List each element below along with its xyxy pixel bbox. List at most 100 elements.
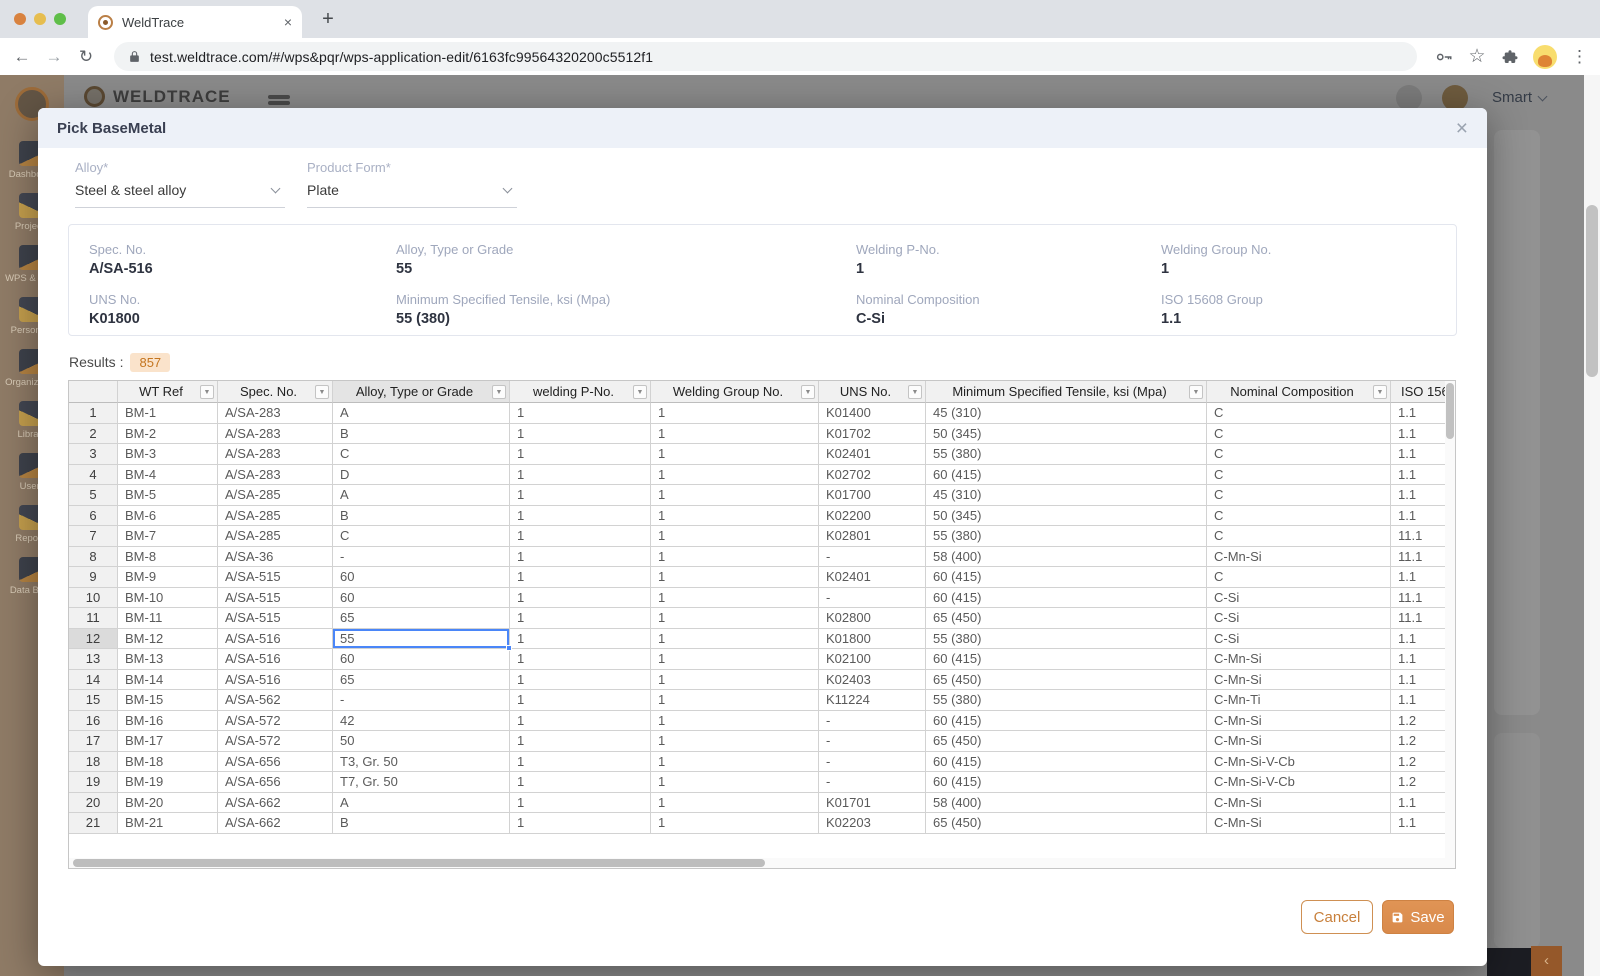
- table-cell[interactable]: 1: [510, 608, 651, 629]
- table-cell[interactable]: 55: [333, 629, 510, 650]
- table-cell[interactable]: 1: [651, 813, 819, 834]
- table-cell[interactable]: A/SA-515: [218, 588, 333, 609]
- table-cell[interactable]: 58 (400): [926, 793, 1207, 814]
- column-header[interactable]: welding P-No.▼: [510, 381, 651, 403]
- table-cell[interactable]: 1.1: [1391, 567, 1446, 588]
- table-cell[interactable]: C-Mn-Si: [1207, 731, 1391, 752]
- table-cell[interactable]: 11.1: [1391, 547, 1446, 568]
- table-cell[interactable]: 50 (345): [926, 424, 1207, 445]
- filter-icon[interactable]: ▼: [908, 385, 922, 399]
- table-cell[interactable]: 1.1: [1391, 424, 1446, 445]
- table-cell[interactable]: 1.2: [1391, 772, 1446, 793]
- table-cell[interactable]: 1.1: [1391, 465, 1446, 486]
- table-cell[interactable]: C: [1207, 424, 1391, 445]
- browser-tab[interactable]: WeldTrace ×: [88, 6, 302, 38]
- table-cell[interactable]: A/SA-516: [218, 670, 333, 691]
- table-cell[interactable]: K02100: [819, 649, 926, 670]
- table-cell[interactable]: BM-7: [118, 526, 218, 547]
- table-cell[interactable]: 1.1: [1391, 444, 1446, 465]
- table-cell[interactable]: K02200: [819, 506, 926, 527]
- row-number[interactable]: 2: [69, 424, 118, 445]
- window-zoom-button[interactable]: [54, 13, 66, 25]
- table-cell[interactable]: BM-3: [118, 444, 218, 465]
- table-cell[interactable]: BM-11: [118, 608, 218, 629]
- table-cell[interactable]: BM-8: [118, 547, 218, 568]
- table-cell[interactable]: 1: [510, 690, 651, 711]
- table-cell[interactable]: B: [333, 506, 510, 527]
- table-cell[interactable]: 58 (400): [926, 547, 1207, 568]
- table-cell[interactable]: 1: [510, 424, 651, 445]
- table-cell[interactable]: 1.1: [1391, 485, 1446, 506]
- table-cell[interactable]: BM-5: [118, 485, 218, 506]
- table-cell[interactable]: 1: [510, 506, 651, 527]
- table-cell[interactable]: A/SA-285: [218, 485, 333, 506]
- close-icon[interactable]: ×: [1456, 118, 1468, 139]
- table-cell[interactable]: BM-21: [118, 813, 218, 834]
- table-cell[interactable]: 65: [333, 608, 510, 629]
- table-cell[interactable]: 1: [510, 649, 651, 670]
- window-minimize-button[interactable]: [34, 13, 46, 25]
- table-cell[interactable]: 60: [333, 649, 510, 670]
- column-header[interactable]: Nominal Composition▼: [1207, 381, 1391, 403]
- table-cell[interactable]: 1: [651, 403, 819, 424]
- table-cell[interactable]: 1.1: [1391, 506, 1446, 527]
- table-cell[interactable]: 60 (415): [926, 711, 1207, 732]
- table-cell[interactable]: -: [333, 690, 510, 711]
- table-cell[interactable]: BM-19: [118, 772, 218, 793]
- table-cell[interactable]: A/SA-662: [218, 813, 333, 834]
- table-cell[interactable]: A/SA-662: [218, 793, 333, 814]
- table-vertical-scrollbar[interactable]: [1445, 381, 1455, 868]
- table-cell[interactable]: 65 (450): [926, 731, 1207, 752]
- table-cell[interactable]: A/SA-656: [218, 752, 333, 773]
- table-cell[interactable]: 1: [510, 588, 651, 609]
- table-cell[interactable]: BM-15: [118, 690, 218, 711]
- table-cell[interactable]: K02403: [819, 670, 926, 691]
- table-cell[interactable]: 60: [333, 588, 510, 609]
- table-cell[interactable]: -: [819, 772, 926, 793]
- table-cell[interactable]: 42: [333, 711, 510, 732]
- table-cell[interactable]: K01702: [819, 424, 926, 445]
- row-number[interactable]: 15: [69, 690, 118, 711]
- table-cell[interactable]: 60: [333, 567, 510, 588]
- row-number[interactable]: 8: [69, 547, 118, 568]
- table-cell[interactable]: BM-10: [118, 588, 218, 609]
- table-cell[interactable]: BM-14: [118, 670, 218, 691]
- product-form-select[interactable]: Product Form* Plate: [307, 160, 517, 208]
- row-number[interactable]: 6: [69, 506, 118, 527]
- key-icon[interactable]: [1435, 48, 1453, 66]
- table-cell[interactable]: C-Mn-Si-V-Cb: [1207, 772, 1391, 793]
- table-cell[interactable]: BM-20: [118, 793, 218, 814]
- table-cell[interactable]: 50 (345): [926, 506, 1207, 527]
- table-cell[interactable]: BM-6: [118, 506, 218, 527]
- table-cell[interactable]: C: [1207, 567, 1391, 588]
- table-cell[interactable]: C-Si: [1207, 588, 1391, 609]
- table-cell[interactable]: 1: [651, 526, 819, 547]
- table-cell[interactable]: BM-13: [118, 649, 218, 670]
- filter-icon[interactable]: ▼: [315, 385, 329, 399]
- row-number[interactable]: 3: [69, 444, 118, 465]
- table-cell[interactable]: 1: [651, 506, 819, 527]
- back-icon[interactable]: ←: [12, 47, 32, 67]
- filter-icon[interactable]: ▼: [633, 385, 647, 399]
- save-button[interactable]: Save: [1382, 900, 1454, 934]
- table-cell[interactable]: 1: [651, 690, 819, 711]
- table-cell[interactable]: 50: [333, 731, 510, 752]
- table-cell[interactable]: 1: [510, 403, 651, 424]
- row-number[interactable]: 7: [69, 526, 118, 547]
- column-header[interactable]: Welding Group No.▼: [651, 381, 819, 403]
- table-cell[interactable]: BM-2: [118, 424, 218, 445]
- table-cell[interactable]: 45 (310): [926, 485, 1207, 506]
- table-cell[interactable]: -: [819, 731, 926, 752]
- table-cell[interactable]: 1: [510, 567, 651, 588]
- table-cell[interactable]: C-Si: [1207, 608, 1391, 629]
- table-cell[interactable]: A: [333, 793, 510, 814]
- table-cell[interactable]: 1: [651, 424, 819, 445]
- column-header[interactable]: ISO 15608 Group: [1391, 381, 1446, 403]
- collapse-panel-button[interactable]: ‹: [1531, 946, 1562, 976]
- forward-icon[interactable]: →: [44, 47, 64, 67]
- table-cell[interactable]: 60 (415): [926, 567, 1207, 588]
- table-cell[interactable]: 1: [651, 567, 819, 588]
- table-cell[interactable]: BM-4: [118, 465, 218, 486]
- table-cell[interactable]: 1.1: [1391, 690, 1446, 711]
- table-cell[interactable]: 1: [651, 588, 819, 609]
